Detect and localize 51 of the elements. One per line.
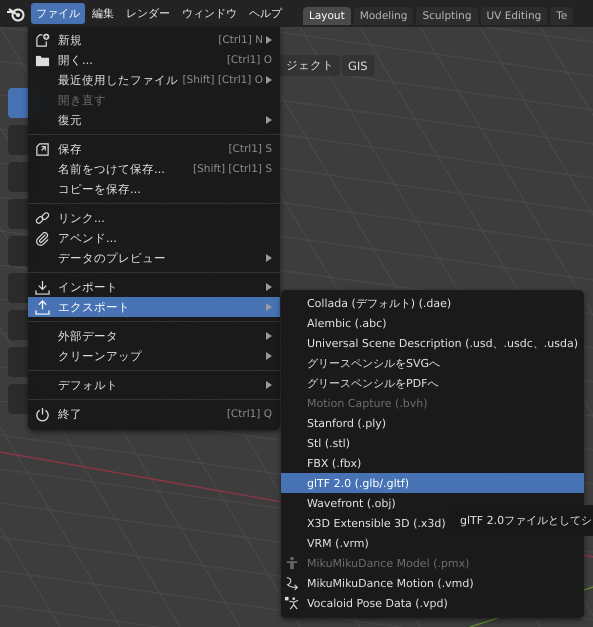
pose-figure-icon — [285, 596, 299, 610]
workspace-tab[interactable]: Sculpting — [416, 7, 478, 25]
menu-entry[interactable]: Stanford (.ply) — [281, 413, 584, 433]
menu-entry[interactable]: 保存 [Ctrl1] S — [28, 139, 280, 159]
link-icon — [34, 210, 50, 226]
menu-entry[interactable]: Vocaloid Pose Data (.vpd) — [281, 593, 584, 613]
menu-entry[interactable]: インポート — [28, 277, 280, 297]
menu-entry[interactable]: 復元 — [28, 110, 280, 130]
menu-entry[interactable]: グリースペンシルをPDFへ — [281, 373, 584, 393]
header-menu-button[interactable]: ジェクト — [280, 55, 340, 76]
menu-entry[interactable]: FBX (.fbx) — [281, 453, 584, 473]
menu-entry[interactable]: 終了 [Ctrl1] Q — [28, 404, 280, 424]
menu-entry[interactable]: MikuMikuDance Motion (.vmd) — [281, 573, 584, 593]
figure-icon — [285, 556, 299, 570]
menu-entry[interactable]: glTF 2.0 (.glb/.gltf) — [281, 473, 584, 493]
menu-entry[interactable]: Stl (.stl) — [281, 433, 584, 453]
menu-item[interactable]: 編集 — [87, 3, 119, 24]
menu-entry[interactable]: Collada (デフォルト) (.dae) — [281, 293, 584, 313]
workspace-tab[interactable]: Layout — [303, 7, 351, 25]
workspace-tab[interactable]: Modeling — [354, 7, 414, 25]
header-menu-button[interactable]: GIS — [342, 55, 374, 76]
menu-item[interactable]: ウィンドウ — [177, 3, 242, 24]
menu-entry[interactable]: グリースペンシルをSVGへ — [281, 353, 584, 373]
save-icon — [34, 142, 50, 156]
new-file-icon — [34, 32, 50, 48]
power-icon — [34, 406, 50, 422]
menu-entry[interactable]: 名前をつけて保存... [Shift] [Ctrl1] S — [28, 159, 280, 179]
workspace-tab[interactable]: UV Editing — [480, 7, 548, 25]
menu-entry[interactable]: 外部データ — [28, 326, 280, 346]
menu-entry[interactable]: 開く... [Ctrl1] O — [28, 50, 280, 70]
menu-entry[interactable]: Universal Scene Description (.usd、.usdc、.usda) — [281, 333, 584, 353]
workspace-tab[interactable]: Te — [550, 7, 574, 25]
menu-entry[interactable]: VRM (.vrm) — [281, 533, 584, 553]
motion-curve-icon — [285, 576, 299, 590]
menu-entry[interactable]: データのプレビュー — [28, 248, 280, 268]
menu-entry[interactable]: クリーンアップ — [28, 346, 280, 366]
menu-entry[interactable]: 最近使用したファイル [Shift] [Ctrl1] O — [28, 70, 280, 90]
paperclip-icon — [34, 230, 50, 246]
menu-entry[interactable]: 新規 [Ctrl1] N — [28, 30, 280, 50]
menu-entry[interactable]: Alembic (.abc) — [281, 313, 584, 333]
menu-item[interactable]: ファイル — [31, 3, 85, 24]
menu-entry[interactable]: リンク... — [28, 208, 280, 228]
tooltip: glTF 2.0ファイルとしてシ — [447, 505, 593, 536]
export-icon — [34, 300, 50, 314]
menu-entry[interactable]: デフォルト — [28, 375, 280, 395]
menu-item[interactable]: レンダー — [121, 3, 175, 24]
menu-entry[interactable]: アペンド... — [28, 228, 280, 248]
import-icon — [34, 280, 50, 294]
menu-entry[interactable]: エクスポート — [28, 297, 280, 317]
menu-entry[interactable]: コピーを保存... — [28, 179, 280, 199]
menu-item[interactable]: ヘルプ — [244, 3, 287, 24]
